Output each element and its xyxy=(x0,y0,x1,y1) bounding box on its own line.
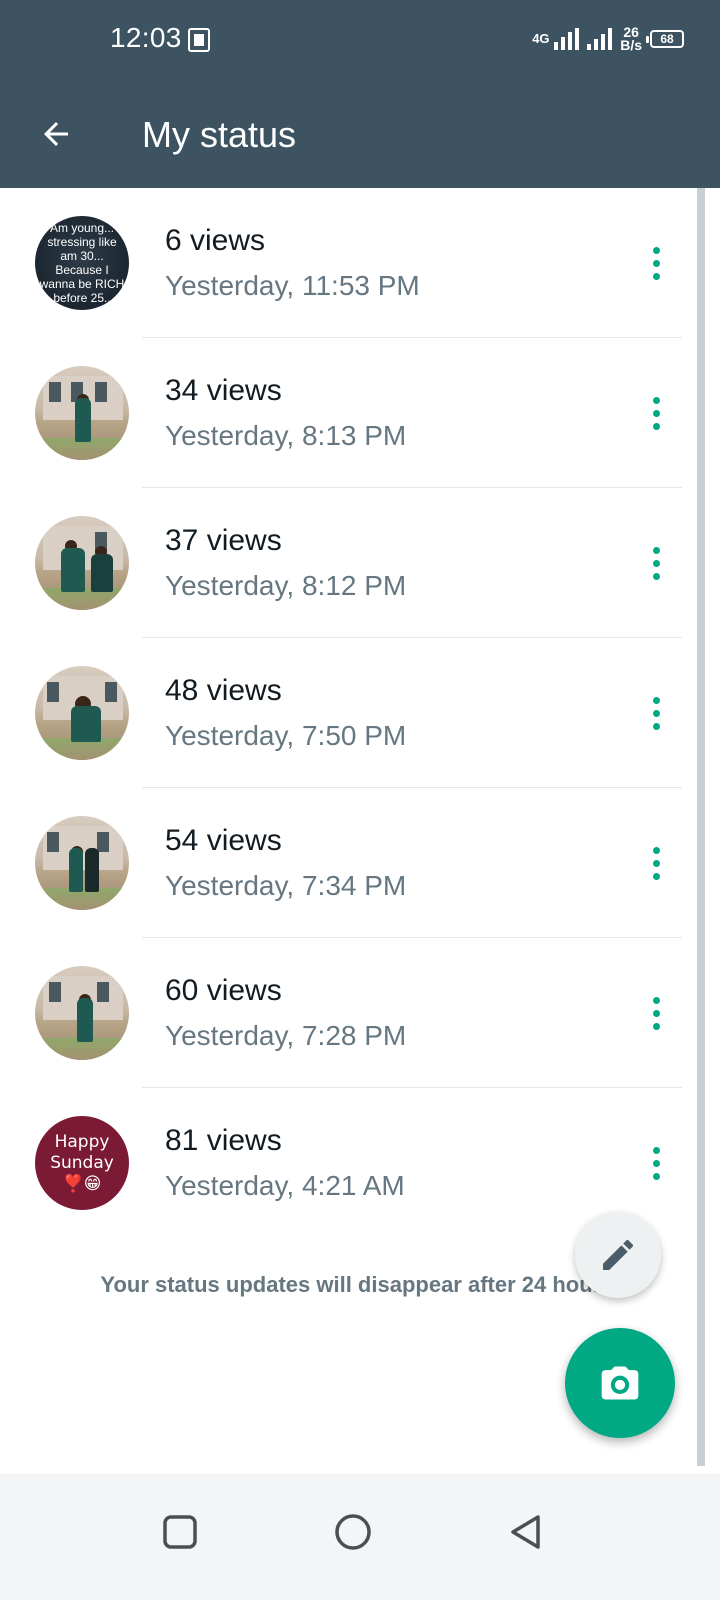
system-nav-bar xyxy=(0,1474,720,1600)
nav-back-button[interactable] xyxy=(496,1502,556,1562)
more-options-icon[interactable] xyxy=(636,836,676,890)
status-item[interactable]: 54 views Yesterday, 7:34 PM xyxy=(0,788,700,938)
top-bar: 12:03 4G 26 B/s 68 My status xyxy=(0,0,720,188)
more-options-icon[interactable] xyxy=(636,236,676,290)
status-thumbnail[interactable] xyxy=(35,666,129,760)
camera-status-button[interactable] xyxy=(565,1328,675,1438)
arrow-back-icon xyxy=(44,122,68,146)
network-type: 4G xyxy=(532,31,550,46)
scrollbar[interactable] xyxy=(697,188,705,1466)
status-item[interactable]: Am young... stressing like am 30... Beca… xyxy=(0,188,700,338)
more-options-icon[interactable] xyxy=(636,1136,676,1190)
home-button[interactable] xyxy=(323,1502,383,1562)
camera-icon xyxy=(601,1366,639,1400)
status-time: Yesterday, 7:34 PM xyxy=(165,870,407,901)
status-thumbnail[interactable] xyxy=(35,816,129,910)
page-title: My status xyxy=(142,114,297,155)
status-item[interactable]: 37 views Yesterday, 8:12 PM xyxy=(0,488,700,638)
views-count: 60 views xyxy=(165,974,282,1007)
recents-button[interactable] xyxy=(150,1502,210,1562)
views-count: 48 views xyxy=(165,674,282,707)
status-list: Am young... stressing like am 30... Beca… xyxy=(0,188,700,1238)
more-options-icon[interactable] xyxy=(636,686,676,740)
status-item[interactable]: Happy Sunday ❣️😁 81 views Yesterday, 4:2… xyxy=(0,1088,700,1238)
status-thumbnail[interactable] xyxy=(35,516,129,610)
views-count: 6 views xyxy=(165,224,266,257)
thumbnail-text: Happy Sunday ❣️😁 xyxy=(50,1131,114,1194)
data-speed: 26 B/s xyxy=(620,25,642,53)
more-options-icon[interactable] xyxy=(636,536,676,590)
text-status-button[interactable] xyxy=(575,1212,661,1298)
status-time: Yesterday, 8:12 PM xyxy=(165,570,407,601)
back-button[interactable] xyxy=(30,108,82,160)
status-thumbnail[interactable] xyxy=(35,366,129,460)
status-time: Yesterday, 7:50 PM xyxy=(165,720,407,751)
status-item[interactable]: 60 views Yesterday, 7:28 PM xyxy=(0,938,700,1088)
views-count: 54 views xyxy=(165,824,282,857)
thumbnail-text: Am young... stressing like am 30... Beca… xyxy=(39,221,125,305)
views-count: 34 views xyxy=(165,374,282,407)
views-count: 81 views xyxy=(165,1124,282,1157)
status-item[interactable]: 34 views Yesterday, 8:13 PM xyxy=(0,338,700,488)
status-time: Yesterday, 7:28 PM xyxy=(165,1020,407,1051)
signal-icon-2 xyxy=(587,28,613,50)
triangle-back-icon xyxy=(511,1515,540,1549)
signal-icon xyxy=(554,28,580,50)
circle-icon xyxy=(335,1514,371,1550)
status-time: Yesterday, 4:21 AM xyxy=(165,1170,405,1201)
square-icon xyxy=(163,1515,197,1549)
status-item[interactable]: 48 views Yesterday, 7:50 PM xyxy=(0,638,700,788)
more-options-icon[interactable] xyxy=(636,386,676,440)
more-options-icon[interactable] xyxy=(636,986,676,1040)
battery-icon: 68 xyxy=(646,30,684,48)
status-thumbnail[interactable]: Am young... stressing like am 30... Beca… xyxy=(35,216,129,310)
status-indicators: 4G 26 B/s 68 xyxy=(532,22,684,56)
status-bar: 12:03 4G 26 B/s 68 xyxy=(0,0,720,80)
notification-icon xyxy=(188,28,210,52)
clock: 12:03 xyxy=(110,22,182,53)
status-thumbnail[interactable] xyxy=(35,966,129,1060)
pencil-icon xyxy=(603,1239,634,1270)
speed-unit: B/s xyxy=(620,37,642,53)
status-time: Yesterday, 8:13 PM xyxy=(165,420,407,451)
app-bar: My status xyxy=(0,80,720,188)
status-thumbnail[interactable]: Happy Sunday ❣️😁 xyxy=(35,1116,129,1210)
views-count: 37 views xyxy=(165,524,282,557)
status-time: Yesterday, 11:53 PM xyxy=(165,270,420,301)
